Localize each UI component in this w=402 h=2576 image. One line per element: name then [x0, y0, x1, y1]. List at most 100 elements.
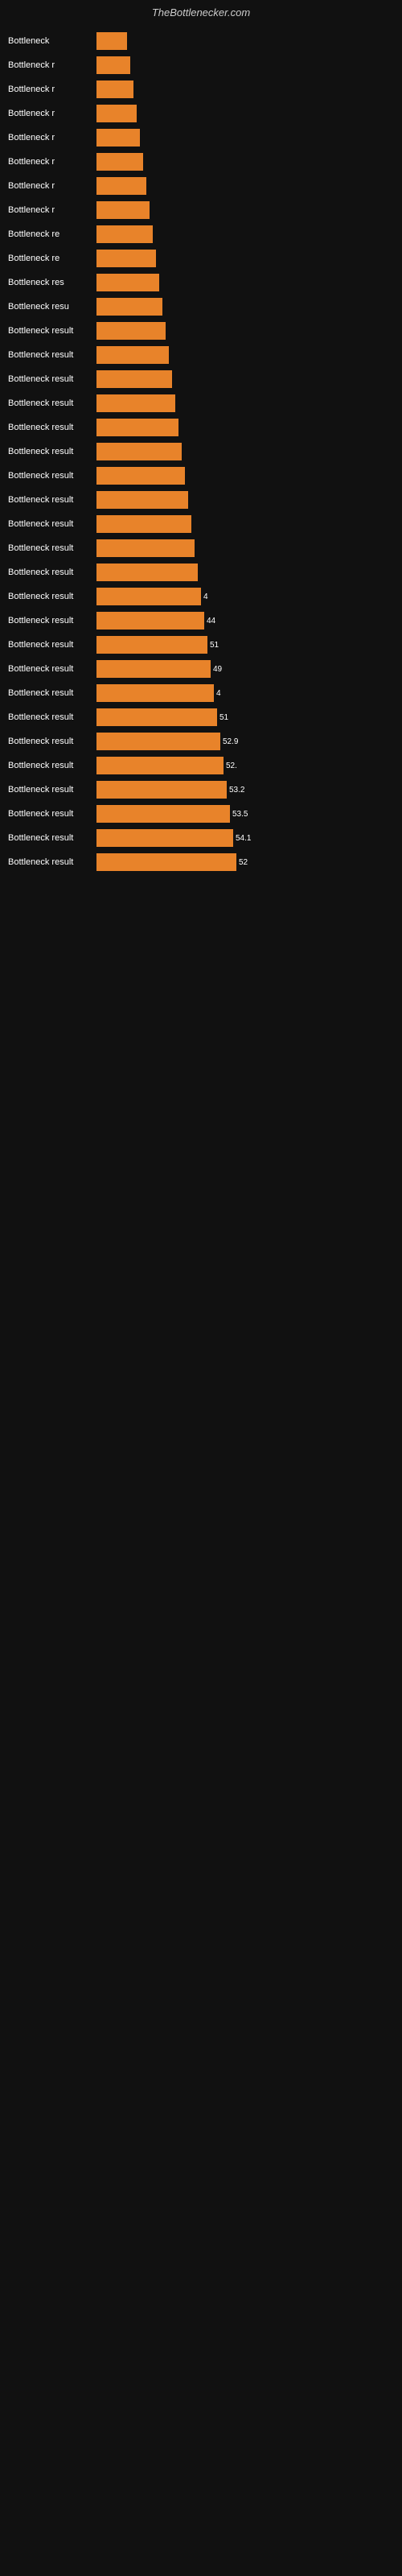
bar-row: Bottleneck result [8, 440, 394, 463]
bar-label: Bottleneck result [8, 809, 96, 819]
bar-label: Bottleneck result [8, 374, 96, 384]
bar [96, 250, 156, 267]
bar-container [96, 56, 394, 74]
bar [96, 757, 224, 774]
bar-label: Bottleneck [8, 36, 96, 46]
bar [96, 80, 133, 98]
bar-container [96, 443, 394, 460]
bar-container: 44 [96, 612, 394, 630]
bar-container [96, 539, 394, 557]
bar-label: Bottleneck r [8, 85, 96, 94]
bar [96, 274, 159, 291]
bar-label: Bottleneck r [8, 133, 96, 142]
bar-container [96, 153, 394, 171]
bar-row: Bottleneck resu [8, 295, 394, 318]
bar-row: Bottleneck result52. [8, 754, 394, 777]
bar-value: 54.1 [236, 834, 251, 843]
bar-label: Bottleneck result [8, 640, 96, 650]
chart-area: Bottleneck Bottleneck r Bottleneck r Bottle… [0, 22, 402, 883]
bar [96, 177, 146, 195]
bar-container [96, 225, 394, 243]
bar-value: 52.9 [223, 737, 238, 746]
bar [96, 684, 214, 702]
bar-label: Bottleneck result [8, 592, 96, 601]
bar-row: Bottleneck result [8, 416, 394, 439]
bar-row: Bottleneck r [8, 102, 394, 125]
bar [96, 56, 130, 74]
bar-label: Bottleneck result [8, 495, 96, 505]
bar-label: Bottleneck result [8, 447, 96, 456]
bar [96, 394, 175, 412]
bar [96, 322, 166, 340]
bar-row: Bottleneck result52.9 [8, 730, 394, 753]
bar-row: Bottleneck result52 [8, 851, 394, 873]
bar-container [96, 274, 394, 291]
bar-value: 51 [219, 713, 228, 722]
bar-row: Bottleneck result [8, 392, 394, 415]
bar-label: Bottleneck result [8, 616, 96, 625]
bar-label: Bottleneck result [8, 785, 96, 795]
bar-row: Bottleneck result44 [8, 609, 394, 632]
bar-row: Bottleneck result49 [8, 658, 394, 680]
bar-row: Bottleneck result [8, 464, 394, 487]
bar-label: Bottleneck result [8, 568, 96, 577]
bar [96, 32, 127, 50]
bar [96, 781, 227, 799]
bar-row: Bottleneck result 4 [8, 585, 394, 608]
bar-value: 4 [203, 592, 208, 601]
bar-row: Bottleneck result [8, 320, 394, 342]
bar [96, 443, 182, 460]
header: TheBottlenecker.com [0, 0, 402, 22]
bar-row: Bottleneck result 54.1 [8, 827, 394, 849]
bar-container [96, 564, 394, 581]
bar-label: Bottleneck result [8, 519, 96, 529]
bar-row: Bottleneck result53.2 [8, 778, 394, 801]
bar-value: 4 [216, 689, 221, 698]
bar-label: Bottleneck result [8, 326, 96, 336]
bar-row: Bottleneck result 51 [8, 634, 394, 656]
bar-container: 4 [96, 684, 394, 702]
bar-row: Bottleneck res [8, 271, 394, 294]
bar [96, 805, 230, 823]
bar-container [96, 370, 394, 388]
bar-label: Bottleneck res [8, 278, 96, 287]
bar [96, 733, 220, 750]
bar-row: Bottleneck result [8, 344, 394, 366]
bar-container [96, 298, 394, 316]
bar [96, 612, 204, 630]
bar-label: Bottleneck r [8, 181, 96, 191]
bar-row: Bottleneck re [8, 247, 394, 270]
bar-row: Bottleneck r [8, 175, 394, 197]
bar-label: Bottleneck result [8, 471, 96, 481]
bar-container [96, 250, 394, 267]
bar-container [96, 32, 394, 50]
bar [96, 515, 191, 533]
bar-label: Bottleneck r [8, 157, 96, 167]
bar [96, 539, 195, 557]
bar-row: Bottleneck result [8, 561, 394, 584]
bar-row: Bottleneck result [8, 513, 394, 535]
bar-container [96, 394, 394, 412]
bar-container: 54.1 [96, 829, 394, 847]
bar-row: Bottleneck result [8, 537, 394, 559]
bar-row: Bottleneck result [8, 489, 394, 511]
bar-label: Bottleneck resu [8, 302, 96, 312]
bar-row: Bottleneck result 4 [8, 682, 394, 704]
bar-label: Bottleneck result [8, 688, 96, 698]
bar-row: Bottleneck r [8, 54, 394, 76]
bar-label: Bottleneck re [8, 229, 96, 239]
bar-container [96, 467, 394, 485]
bar-label: Bottleneck result [8, 857, 96, 867]
bar [96, 370, 172, 388]
bar-container [96, 346, 394, 364]
bar [96, 225, 153, 243]
bar-row: Bottleneck r [8, 126, 394, 149]
site-title: TheBottlenecker.com [0, 0, 402, 22]
bar-label: Bottleneck result [8, 833, 96, 843]
bar-container: 52 [96, 853, 394, 871]
bar [96, 660, 211, 678]
bar-label: Bottleneck result [8, 350, 96, 360]
bar [96, 201, 150, 219]
bar-value: 51 [210, 641, 219, 650]
bar [96, 298, 162, 316]
